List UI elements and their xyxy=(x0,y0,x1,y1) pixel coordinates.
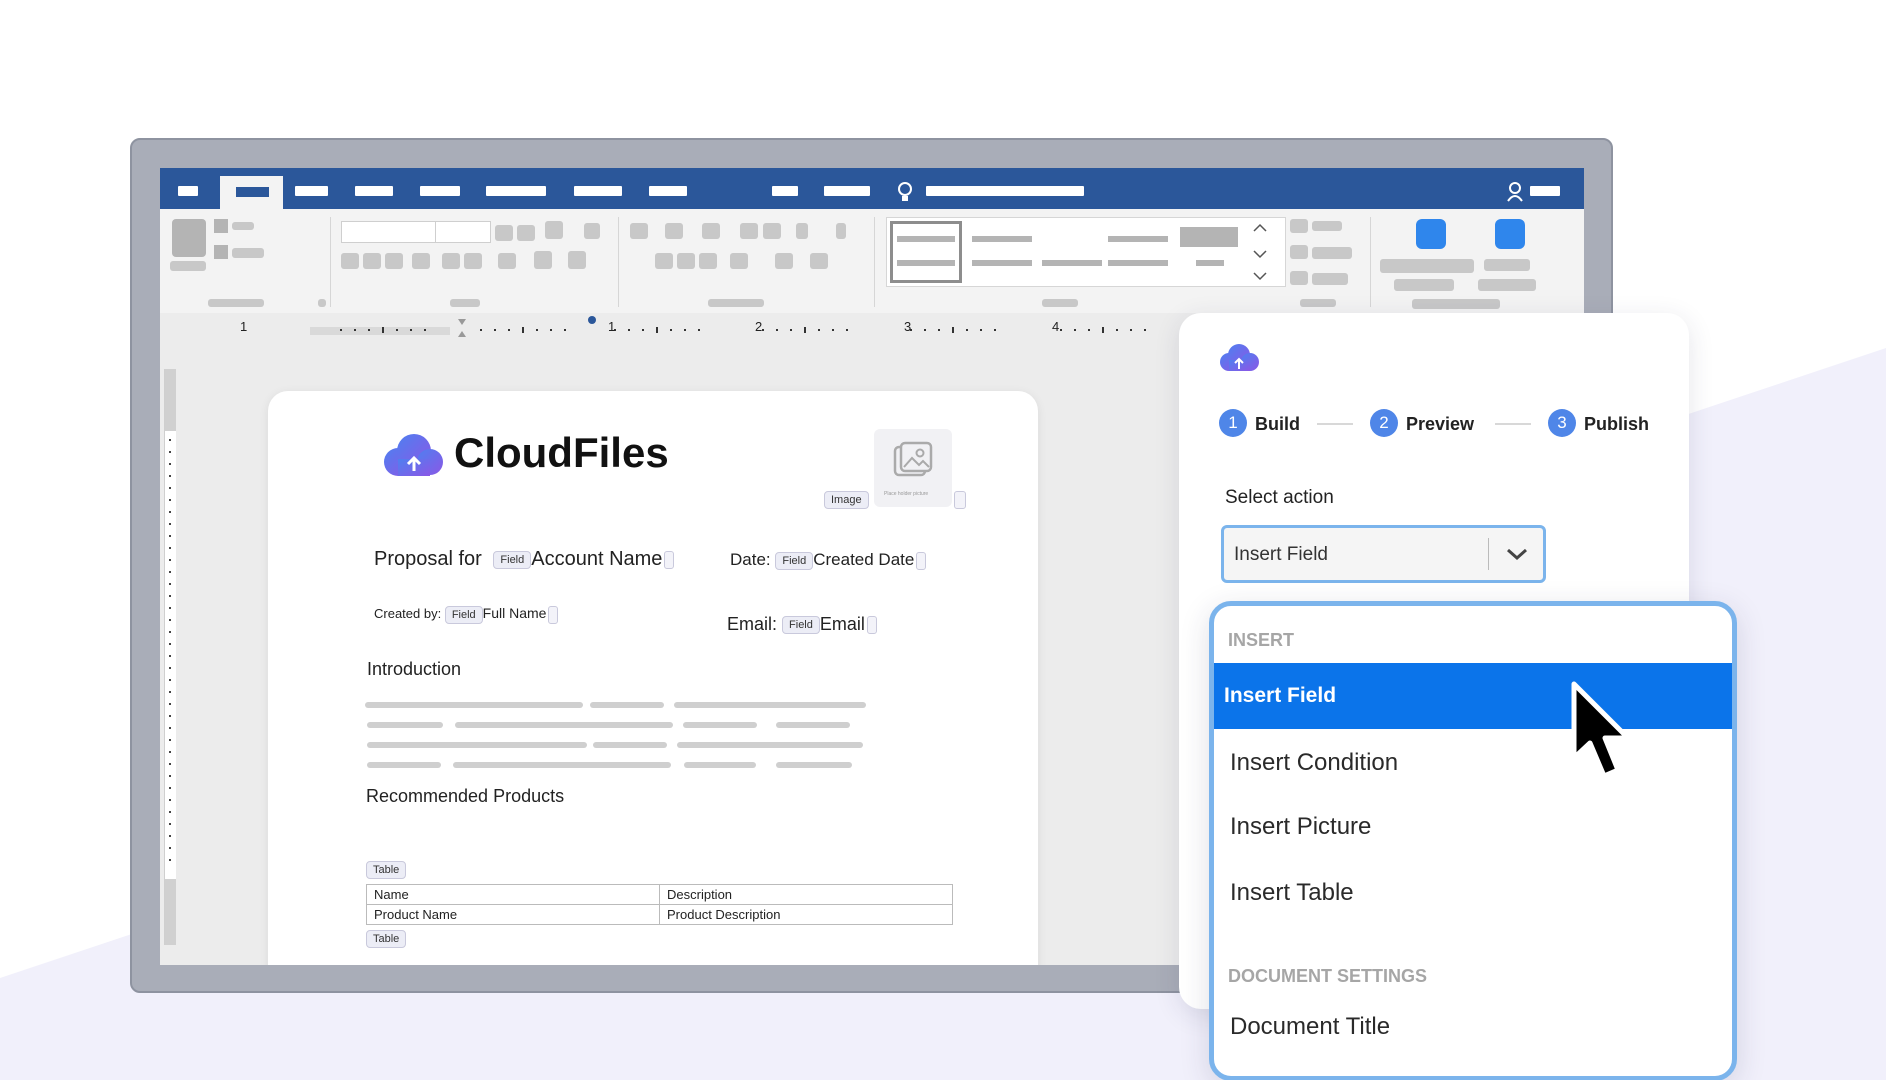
table-header-row: Name Description xyxy=(366,884,953,905)
image-placeholder[interactable]: Place holder picture xyxy=(874,429,952,507)
step-label-preview[interactable]: Preview xyxy=(1406,414,1474,435)
tab-placeholder[interactable] xyxy=(649,186,687,196)
action-select-value: Insert Field xyxy=(1234,544,1328,565)
created-date-field[interactable]: Created Date xyxy=(813,550,914,569)
table-row: Product Name Product Description xyxy=(366,904,953,925)
ruler-label: 2 xyxy=(755,319,763,334)
image-chip-end xyxy=(954,491,966,509)
document-settings-header: DOCUMENT SETTINGS xyxy=(1228,966,1428,986)
tell-me-search-bar[interactable] xyxy=(926,186,1084,196)
products-table[interactable]: Name Description Product Name Product De… xyxy=(366,884,953,925)
tab-placeholder[interactable] xyxy=(574,186,622,196)
full-name-field[interactable]: Full Name xyxy=(483,605,547,621)
table-header-cell: Name xyxy=(366,884,660,905)
select-action-label: Select action xyxy=(1225,487,1334,508)
ruler-label: 3 xyxy=(904,319,912,334)
date-label: Date: xyxy=(730,550,771,569)
brand-title: CloudFiles xyxy=(454,429,669,476)
table-chip[interactable]: Table xyxy=(366,861,407,879)
created-by-label: Created by: xyxy=(374,606,442,621)
action-select[interactable]: Insert Field xyxy=(1221,525,1546,583)
dropdown-item-insert-condition[interactable]: Insert Condition xyxy=(1230,749,1398,777)
tab-placeholder[interactable] xyxy=(486,186,546,196)
tab-placeholder[interactable] xyxy=(772,186,798,196)
picture-icon xyxy=(893,441,933,477)
tab-placeholder[interactable] xyxy=(295,186,328,196)
dropdown-item-document-title[interactable]: Document Title xyxy=(1230,1013,1390,1041)
email-field[interactable]: Email xyxy=(820,614,865,634)
step-label-build[interactable]: Build xyxy=(1255,414,1300,435)
table-chip[interactable]: Table xyxy=(366,930,407,948)
created-by-line: Created by: Field Full Name xyxy=(374,605,559,624)
introduction-heading: Introduction xyxy=(367,659,462,679)
addin-button[interactable] xyxy=(1416,219,1446,249)
font-family-select[interactable] xyxy=(341,221,491,243)
dropdown-item-selected[interactable]: Insert Field xyxy=(1214,663,1732,729)
field-chip[interactable]: Field xyxy=(775,551,814,570)
mouse-cursor-icon xyxy=(1571,681,1631,779)
gallery-scroll-arrows[interactable] xyxy=(1250,219,1270,285)
addin-button[interactable] xyxy=(1495,219,1525,249)
dropdown-item-insert-table[interactable]: Insert Table xyxy=(1230,879,1354,907)
date-line: Date: Field Created Date xyxy=(730,550,927,570)
paste-button[interactable] xyxy=(172,219,206,257)
field-chip[interactable]: Field xyxy=(444,605,483,624)
title-bar xyxy=(160,168,1584,209)
lightbulb-icon[interactable] xyxy=(897,181,913,203)
ruler-label: 4 xyxy=(1052,319,1060,334)
image-placeholder-caption: Place holder picture xyxy=(884,491,929,497)
field-chip[interactable]: Field xyxy=(782,616,820,635)
tab-placeholder[interactable] xyxy=(355,186,393,196)
document-page: CloudFiles Place holder picture Image Pr… xyxy=(268,391,1038,965)
account-name-placeholder[interactable] xyxy=(1530,186,1560,196)
style-normal[interactable] xyxy=(890,221,962,283)
proposal-label: Proposal for xyxy=(374,548,482,570)
step-number-publish[interactable]: 3 xyxy=(1548,409,1576,437)
recommended-heading: Recommended Products xyxy=(366,786,565,806)
ruler-label: 1 xyxy=(608,319,616,334)
step-number-preview[interactable]: 2 xyxy=(1370,409,1398,437)
chevron-down-icon xyxy=(1507,548,1527,561)
proposal-line: Proposal for Field Account Name xyxy=(374,548,675,571)
table-header-cell: Description xyxy=(659,884,953,905)
account-name-field[interactable]: Account Name xyxy=(531,548,662,570)
account-icon[interactable] xyxy=(1506,182,1528,202)
cloudfiles-logo-icon xyxy=(1220,344,1259,371)
insert-section-header: INSERT xyxy=(1228,630,1295,650)
email-line: Email: Field Email xyxy=(727,614,877,635)
tab-active[interactable] xyxy=(220,176,283,209)
image-chip[interactable]: Image xyxy=(824,491,869,509)
dropdown-item-label: Insert Field xyxy=(1224,684,1337,707)
email-label: Email: xyxy=(727,614,778,634)
table-cell: Product Name xyxy=(366,904,660,925)
cloudfiles-logo-icon xyxy=(384,434,443,476)
ruler-label: 1 xyxy=(240,319,248,334)
field-chip[interactable]: Field xyxy=(493,550,532,569)
vertical-ruler xyxy=(164,369,176,945)
dropdown-item-insert-picture[interactable]: Insert Picture xyxy=(1230,813,1371,841)
tab-placeholder[interactable] xyxy=(824,186,870,196)
tab-placeholder[interactable] xyxy=(420,186,460,196)
tab-placeholder[interactable] xyxy=(178,186,198,196)
step-label-publish[interactable]: Publish xyxy=(1584,414,1649,435)
table-cell: Product Description xyxy=(659,904,953,925)
ribbon-toolbar xyxy=(160,209,1584,313)
action-dropdown-list: INSERT Insert Field Insert Condition Ins… xyxy=(1209,601,1737,1080)
step-number-build[interactable]: 1 xyxy=(1219,409,1247,437)
